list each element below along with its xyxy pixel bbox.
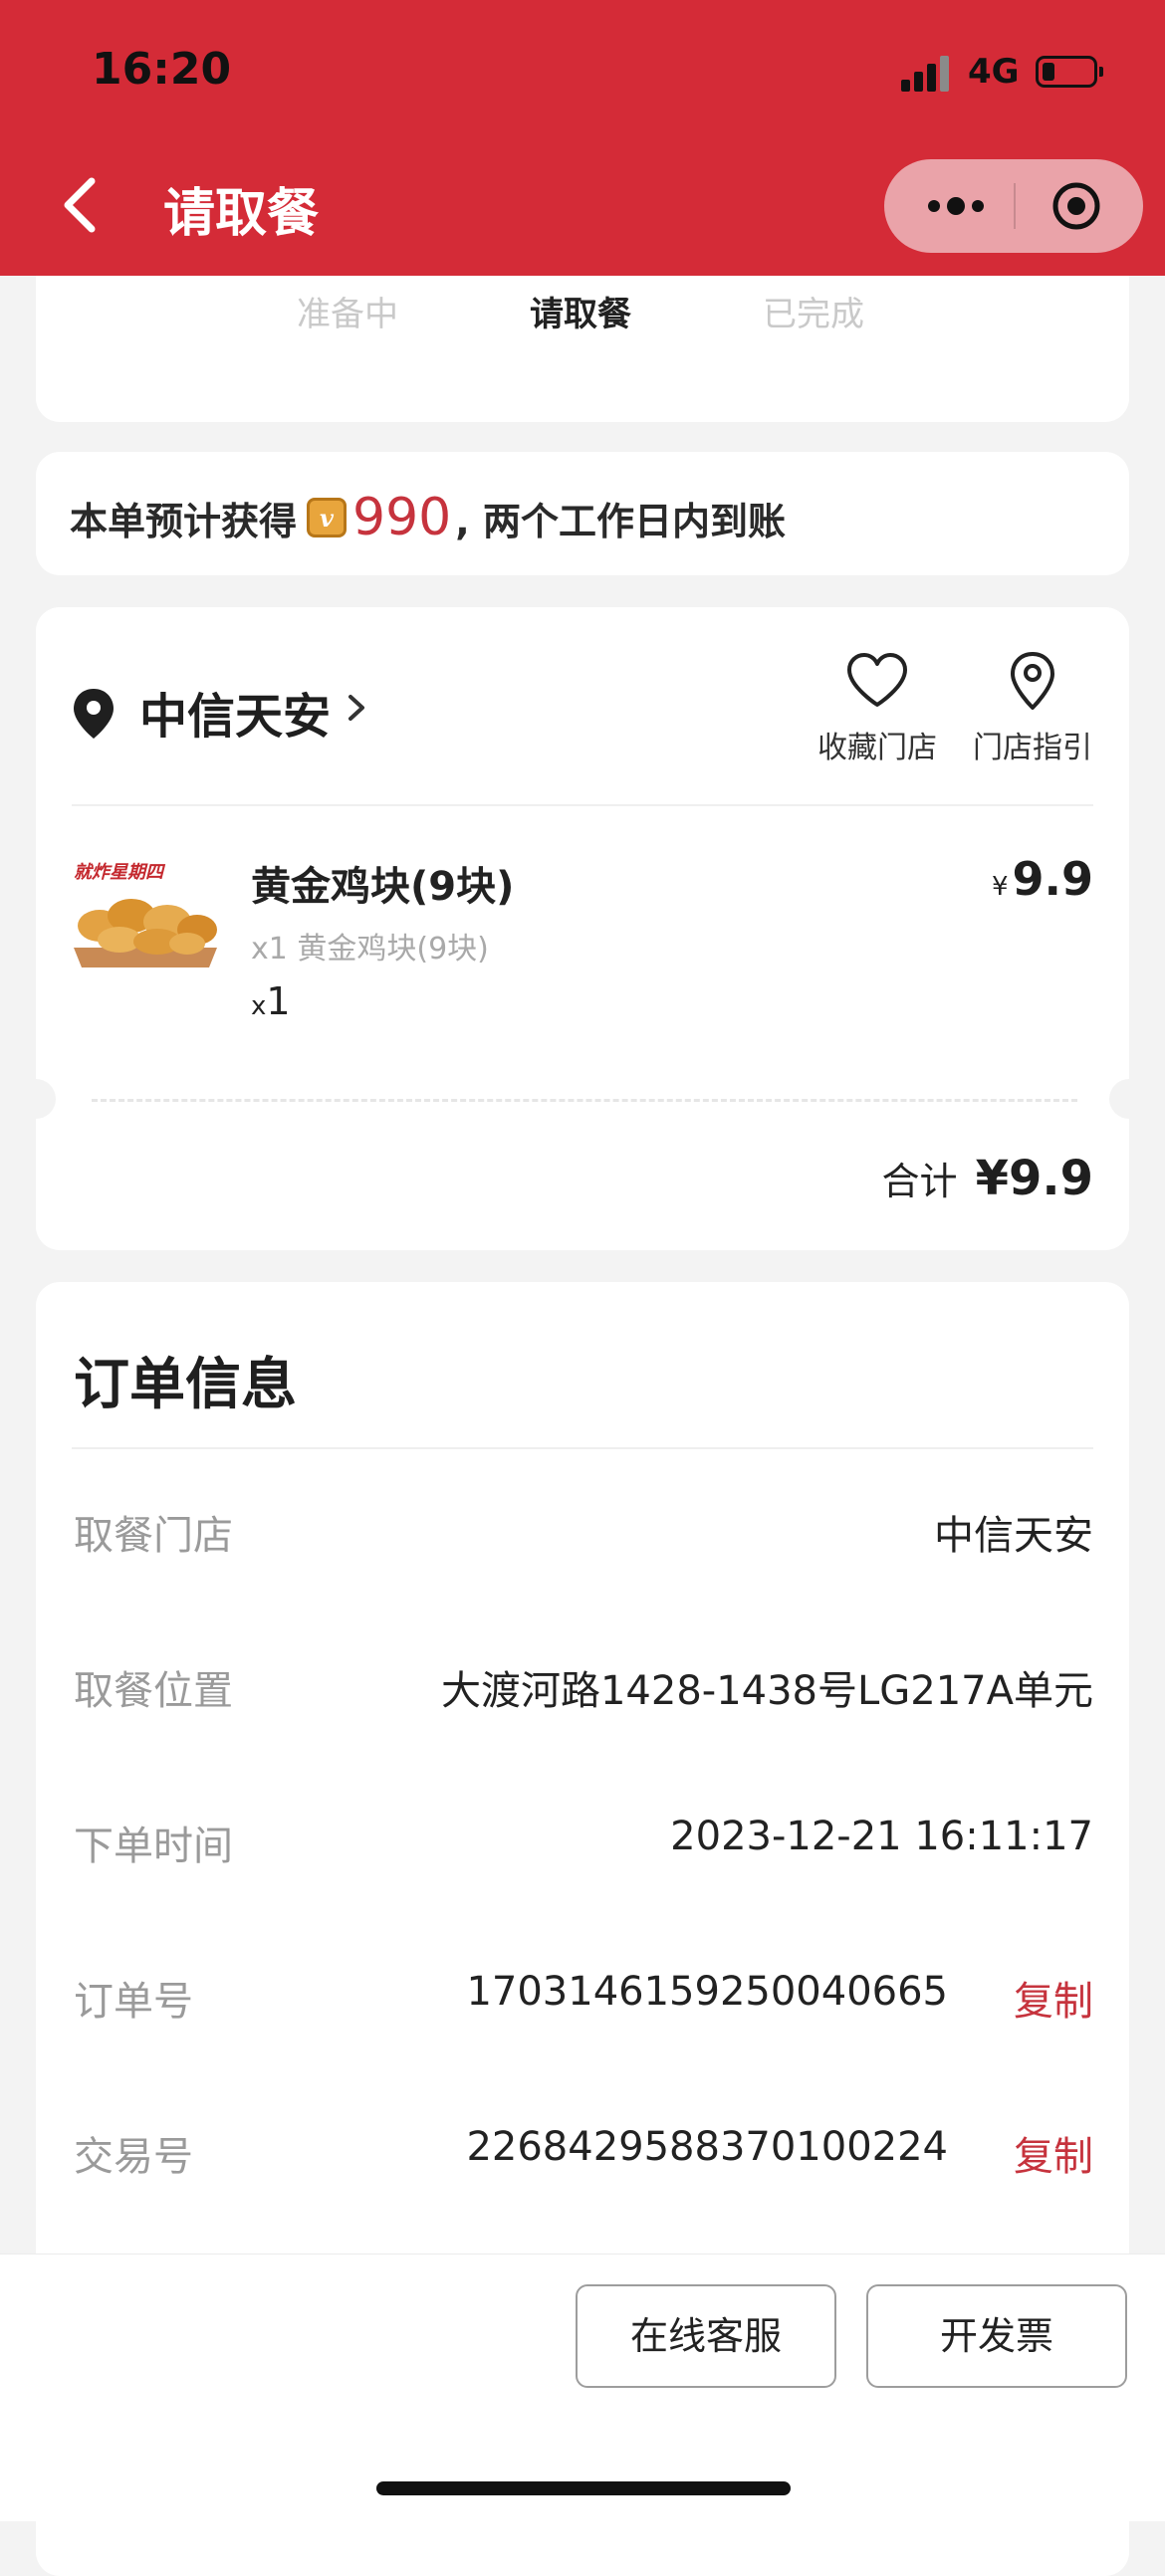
info-label: 取餐门店 (74, 1513, 233, 1559)
step-completed: 已完成 (763, 295, 864, 334)
favorite-store-button[interactable]: 收藏门店 (813, 651, 942, 766)
item-name: 黄金鸡块(9块) (251, 864, 515, 910)
order-info-title: 订单信息 (74, 1353, 297, 1417)
info-value: 大渡河路1428-1438号LG217A单元 (440, 1668, 1093, 1714)
item-qty-value: 1 (266, 979, 291, 1023)
signal-icon (901, 56, 953, 92)
food-image-caption: 就炸星期四 (74, 862, 166, 883)
item-price-value: 9.9 (1012, 852, 1094, 906)
copy-transaction-number-button[interactable]: 复制 (1014, 2124, 1093, 2182)
points-text: 本单预计获得 v 990 , 两个工作日内到账 (70, 488, 786, 547)
info-row-order-number: 订单号 1703146159250040665 复制 (74, 1969, 1093, 2029)
mini-program-capsule (884, 159, 1143, 253)
copy-order-number-button[interactable]: 复制 (1014, 1969, 1093, 2027)
step-pickup: 请取餐 (530, 295, 631, 334)
coin-icon: v (307, 498, 348, 537)
points-card: 本单预计获得 v 990 , 两个工作日内到账 (36, 452, 1129, 575)
dashed-divider (92, 1099, 1077, 1102)
location-pin-icon (74, 689, 114, 739)
info-label: 订单号 (74, 1979, 193, 2025)
total-value: ¥9.9 (975, 1151, 1093, 1206)
divider (72, 804, 1093, 806)
target-icon (1052, 182, 1100, 230)
item-quantity: x1 (251, 979, 291, 1023)
map-pin-icon (1011, 652, 1054, 710)
ticket-notch-left (16, 1079, 56, 1119)
online-service-button[interactable]: 在线客服 (576, 2284, 836, 2388)
info-value: 中信天安 (934, 1513, 1093, 1559)
status-time: 16:20 (92, 44, 232, 95)
info-value: 2023-12-21 16:11:17 (670, 1814, 1093, 1859)
item-detail: x1 黄金鸡块(9块) (251, 932, 489, 966)
store-guide-button[interactable]: 门店指引 (968, 651, 1097, 766)
header-bar: 16:20 4G 请取餐 (0, 0, 1165, 276)
chevron-left-icon (64, 177, 96, 233)
page-title: 请取餐 (163, 184, 320, 244)
info-label: 下单时间 (74, 1824, 233, 1869)
order-card: 中信天安 收藏门店 门店指引 就炸星期四 黄金鸡块(9块) x1 黄金鸡块(9块… (16, 607, 1149, 1250)
points-amount: 990 (352, 488, 452, 547)
home-indicator (376, 2481, 791, 2495)
info-value: 2268429588370100224 (466, 2124, 948, 2170)
info-value: 1703146159250040665 (466, 1969, 948, 2015)
points-prefix: 本单预计获得 (70, 499, 298, 543)
info-label: 交易号 (74, 2134, 193, 2180)
ticket-notch-right (1109, 1079, 1149, 1119)
info-row-transaction-number: 交易号 2268429588370100224 复制 (74, 2124, 1093, 2184)
battery-icon (1036, 56, 1103, 88)
total-label: 合计 (881, 1160, 958, 1203)
info-row-order-time: 下单时间 2023-12-21 16:11:17 (74, 1814, 1093, 1873)
heart-icon (847, 653, 907, 707)
item-price: ¥9.9 (992, 852, 1093, 906)
points-suffix: , 两个工作日内到账 (455, 499, 786, 543)
step-preparing: 准备中 (297, 295, 398, 334)
favorite-store-label: 收藏门店 (817, 731, 937, 765)
food-image: 就炸星期四 (70, 856, 221, 971)
back-button[interactable] (56, 175, 104, 235)
item-qty-prefix: x (251, 991, 267, 1021)
bottom-action-bar: 在线客服 开发票 (0, 2254, 1165, 2521)
divider (72, 1447, 1093, 1449)
chevron-right-icon (349, 695, 364, 721)
store-name-link[interactable]: 中信天安 (139, 677, 331, 747)
info-row-pickup-location: 取餐位置 大渡河路1428-1438号LG217A单元 (74, 1658, 1093, 1718)
total-row: 合计 ¥9.9 (882, 1151, 1093, 1206)
capsule-divider (1014, 183, 1016, 229)
network-label: 4G (968, 52, 1020, 92)
close-program-button[interactable] (1051, 181, 1101, 231)
invoice-button[interactable]: 开发票 (866, 2284, 1127, 2388)
more-dots-icon (928, 197, 984, 215)
store-guide-label: 门店指引 (973, 731, 1092, 765)
info-label: 取餐位置 (74, 1668, 233, 1714)
more-button[interactable] (918, 183, 1038, 229)
info-row-pickup-store: 取餐门店 中信天安 (74, 1503, 1093, 1563)
currency-symbol: ¥ (991, 872, 1009, 902)
